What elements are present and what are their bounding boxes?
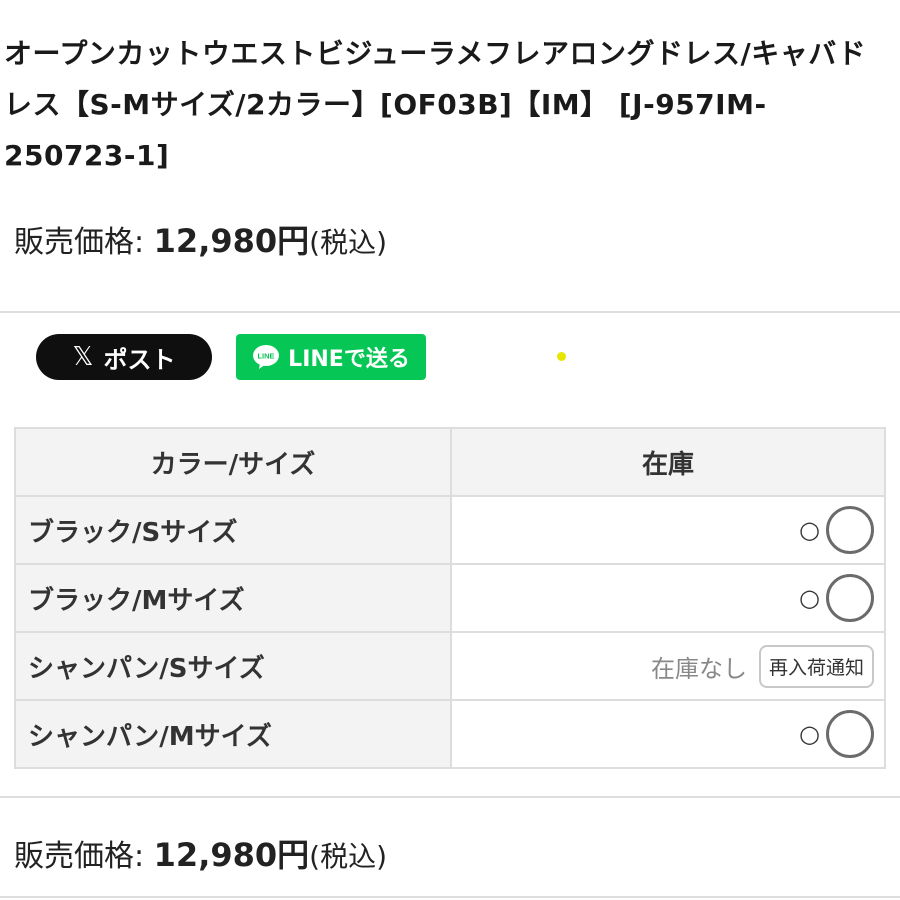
header-variant: カラー/サイズ [14, 427, 452, 497]
price-row-top: 販売価格: 12,980円(税込) [14, 216, 387, 262]
product-page: オープンカットウエストビジューラメフレアロングドレス/キャバドレス【S-Mサイズ… [0, 0, 900, 900]
divider [0, 311, 900, 313]
x-logo-icon: 𝕏 [72, 342, 94, 372]
stock-table: カラー/サイズ 在庫 ブラック/Sサイズ ○ ブラック/Mサイズ ○ シャンパン [14, 427, 886, 769]
stock-status: ○ [799, 584, 820, 612]
variant-label: ブラック/Sサイズ [14, 495, 452, 565]
price-label: 販売価格: [14, 225, 154, 260]
price-tax-note: (税込) [309, 226, 388, 259]
stock-cell: ○ [450, 495, 886, 565]
divider [0, 896, 900, 898]
table-row: シャンパン/Sサイズ 在庫なし 再入荷通知 [14, 631, 886, 701]
line-badge-text: LINE [258, 352, 275, 361]
variant-radio[interactable] [826, 506, 874, 554]
divider [0, 796, 900, 798]
indicator-dot [557, 352, 566, 361]
table-row: ブラック/Mサイズ ○ [14, 563, 886, 633]
table-row: ブラック/Sサイズ ○ [14, 495, 886, 565]
variant-radio[interactable] [826, 574, 874, 622]
stock-cell: 在庫なし 再入荷通知 [450, 631, 886, 701]
table-row: シャンパン/Mサイズ ○ [14, 699, 886, 769]
stock-status: ○ [799, 516, 820, 544]
price-value: 12,980円 [153, 836, 310, 874]
stock-cell: ○ [450, 699, 886, 769]
line-share-label: LINEで送る [288, 347, 410, 372]
product-title: オープンカットウエストビジューラメフレアロングドレス/キャバドレス【S-Mサイズ… [4, 37, 867, 172]
variant-label: ブラック/Mサイズ [14, 563, 452, 633]
x-post-label: ポスト [103, 345, 176, 374]
stock-cell: ○ [450, 563, 886, 633]
stock-status: 在庫なし [650, 654, 747, 683]
price-row-bottom: 販売価格: 12,980円(税込) [14, 830, 387, 876]
restock-notify-button[interactable]: 再入荷通知 [758, 644, 874, 688]
table-header-row: カラー/サイズ 在庫 [14, 427, 886, 497]
variant-label: シャンパン/Mサイズ [14, 699, 452, 769]
price-tax-note: (税込) [309, 840, 388, 873]
price-label: 販売価格: [14, 839, 154, 874]
stock-status: ○ [799, 720, 820, 748]
variant-radio[interactable] [826, 710, 874, 758]
line-share-button[interactable]: LINE LINEで送る [236, 334, 426, 380]
header-stock: 在庫 [450, 427, 886, 497]
line-logo-icon: LINE [252, 344, 280, 370]
variant-label: シャンパン/Sサイズ [14, 631, 452, 701]
price-value: 12,980円 [153, 222, 310, 260]
x-post-button[interactable]: 𝕏 ポスト [36, 334, 212, 380]
